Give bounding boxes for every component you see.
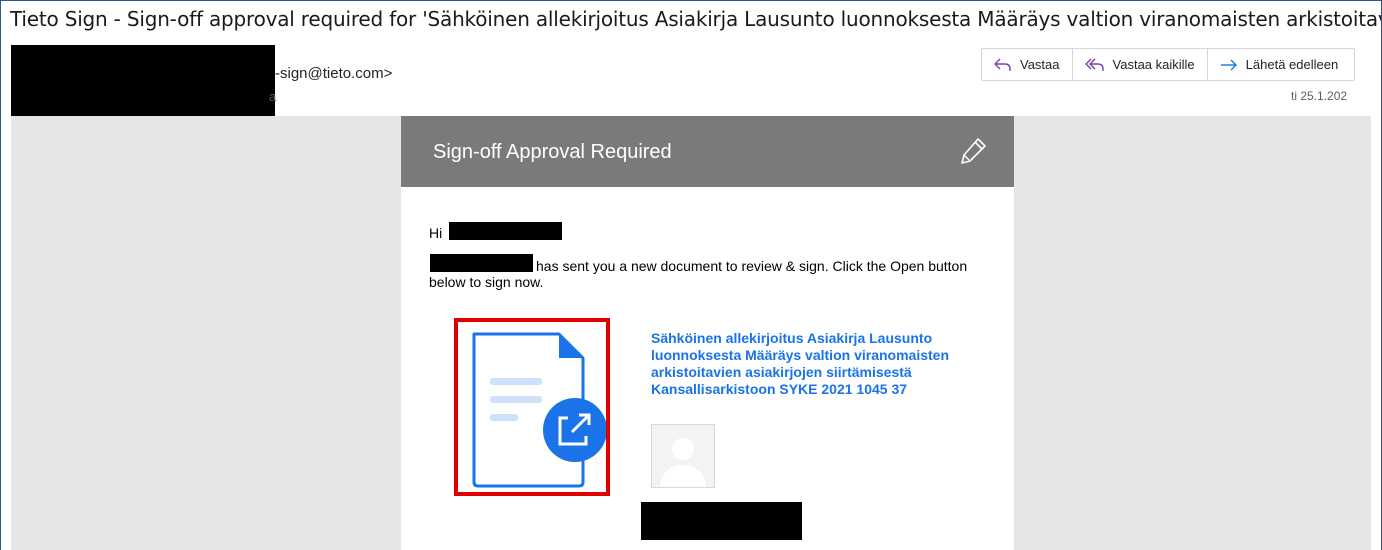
reply-all-icon — [1084, 58, 1104, 71]
pen-icon — [961, 138, 986, 164]
card-title: Sign-off Approval Required — [433, 141, 672, 163]
email-date: ti 25.1.202 — [1291, 89, 1348, 103]
reply-label: Vastaa — [1020, 57, 1060, 72]
signoff-card: Sign-off Approval Required Hi has sent y… — [401, 116, 1014, 550]
forward-label: Lähetä edelleen — [1245, 57, 1339, 72]
email-body-background: Sign-off Approval Required Hi has sent y… — [11, 116, 1371, 550]
sender-recipient-line: a — [269, 89, 277, 104]
email-reading-pane: Tieto Sign - Sign-off approval required … — [0, 0, 1382, 550]
reply-button[interactable]: Vastaa — [982, 49, 1073, 80]
document-title-link[interactable]: Sähköinen allekirjoitus Asiakirja Lausun… — [651, 330, 1001, 398]
reply-all-label: Vastaa kaikille — [1112, 57, 1195, 72]
email-subject: Tieto Sign - Sign-off approval required … — [10, 7, 1382, 31]
user-avatar-icon — [651, 424, 715, 488]
reply-icon — [994, 58, 1011, 71]
reply-all-button[interactable]: Vastaa kaikille — [1073, 49, 1208, 80]
card-header: Sign-off Approval Required — [401, 116, 1014, 187]
redacted-recipient-name — [449, 222, 562, 240]
document-open-icon — [472, 332, 607, 488]
message-actions-toolbar: Vastaa Vastaa kaikille Lähetä edelleen — [981, 48, 1356, 81]
sender-email[interactable]: -sign@tieto.com> — [275, 65, 392, 82]
greeting-text: Hi — [429, 225, 443, 241]
forward-icon — [1220, 59, 1237, 70]
open-document-button[interactable] — [454, 318, 610, 496]
forward-button[interactable]: Lähetä edelleen — [1208, 49, 1355, 80]
redacted-sender-name — [11, 45, 275, 117]
redacted-signer-name — [641, 502, 802, 540]
redacted-sender-in-message — [430, 254, 533, 272]
